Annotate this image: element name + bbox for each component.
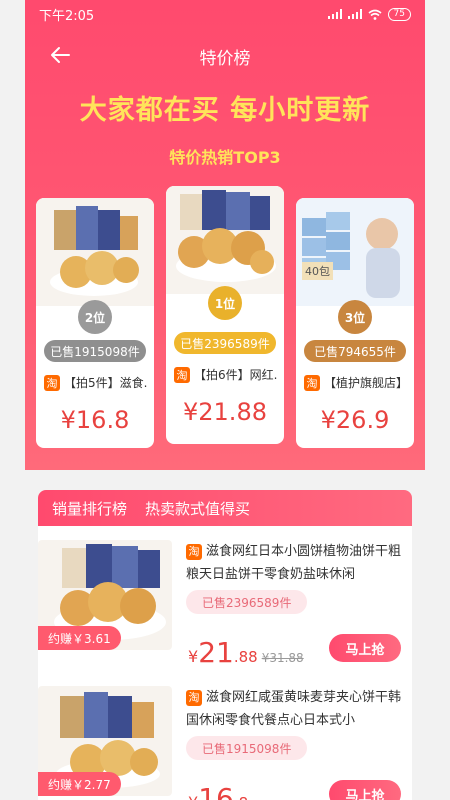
original-price: ¥31.88 <box>261 651 304 665</box>
product-price: ¥16.8 <box>60 406 130 434</box>
item-price: ¥21.88 ¥31.88 <box>188 636 304 669</box>
tissue-pack-image <box>302 212 400 298</box>
taobao-icon: 淘 <box>186 543 202 560</box>
earn-badge: 约赚￥2.77 <box>38 772 121 796</box>
item-title: 淘滋食网红咸蛋黄味麦芽夹心饼干韩国休闲零食代餐点心日本式小 <box>186 686 408 732</box>
status-time: 下午2:05 <box>39 8 95 24</box>
top-card-rank-1[interactable]: 1位 已售2396589件 淘 【拍6件】网红... ¥21.88 <box>166 186 284 444</box>
currency-symbol: ¥ <box>188 793 198 800</box>
price-integer: 21 <box>198 636 234 669</box>
tab-hot-items[interactable]: 热卖款式值得买 <box>145 498 250 519</box>
subheadline: 特价热销TOP3 <box>169 148 281 167</box>
product-name-text: 【拍5件】滋食... <box>64 376 148 390</box>
price-integer: 16 <box>198 782 234 800</box>
signal-hd-icon <box>347 9 362 19</box>
list-item[interactable]: 约赚￥2.77 淘滋食网红咸蛋黄味麦芽夹心饼干韩国休闲零食代餐点心日本式小 已售… <box>38 686 412 800</box>
item-title-text: 滋食网红咸蛋黄味麦芽夹心饼干韩国休闲零食代餐点心日本式小 <box>186 690 402 728</box>
pack-count-label: 40包 <box>302 262 333 280</box>
sold-badge: 已售2396589件 <box>174 332 276 354</box>
cookie-bag-image <box>50 206 139 296</box>
rank-label: 2位 <box>84 310 106 325</box>
buy-now-button[interactable]: 马上抢 <box>329 780 401 800</box>
taobao-icon: 淘 <box>304 374 320 391</box>
product-image <box>36 198 154 306</box>
product-name-text: 【植护旗舰店】... <box>324 376 408 390</box>
battery-indicator: 75 <box>387 7 411 21</box>
sales-ranking-list: 销量排行榜 热卖款式值得买 约赚￥3.61 淘滋食网红日本小圆饼植物油饼干粗粮天… <box>38 490 412 800</box>
tab-sales-ranking[interactable]: 销量排行榜 <box>52 498 127 519</box>
sold-badge: 已售1915098件 <box>44 340 146 362</box>
product-name: 淘 【植护旗舰店】... <box>304 374 408 391</box>
price-decimal: .88 <box>233 648 258 666</box>
product-image: 40包 <box>296 198 414 306</box>
signal-icon <box>327 9 342 19</box>
sold-badge: 已售794655件 <box>304 340 406 362</box>
rank-label: 1位 <box>214 296 236 311</box>
product-image <box>166 186 284 294</box>
product-price: ¥21.88 <box>183 398 267 426</box>
status-icons: 75 <box>327 7 411 21</box>
list-item[interactable]: 约赚￥3.61 淘滋食网红日本小圆饼植物油饼干粗粮天日盐饼干零食奶盐味休闲 已售… <box>38 540 412 690</box>
item-price: ¥16.8 <box>188 782 252 800</box>
rank-medal: 1位 <box>208 286 242 320</box>
taobao-icon: 淘 <box>186 689 202 706</box>
taobao-icon: 淘 <box>44 374 60 391</box>
rank-medal: 3位 <box>338 300 372 334</box>
status-bar: 下午2:05 75 <box>25 0 425 28</box>
item-title-text: 滋食网红日本小圆饼植物油饼干粗粮天日盐饼干零食奶盐味休闲 <box>186 544 402 582</box>
phone-screen: 下午2:05 75 特价榜 大家都在买 每小时更新 特价热销TOP3 2位 已售… <box>0 0 450 800</box>
nav-bar: 特价榜 <box>25 38 425 74</box>
headline: 大家都在买 每小时更新 <box>79 95 371 126</box>
buy-now-button[interactable]: 马上抢 <box>329 634 401 662</box>
item-sold-badge: 已售2396589件 <box>186 590 308 614</box>
product-name: 淘 【拍6件】网红... <box>174 366 278 383</box>
earn-badge: 约赚￥3.61 <box>38 626 121 650</box>
rank-medal: 2位 <box>78 300 112 334</box>
wifi-icon <box>368 9 382 20</box>
currency-symbol: ¥ <box>188 647 199 666</box>
cookie-plate-image <box>176 190 276 282</box>
page-title: 特价榜 <box>199 49 251 69</box>
top-card-rank-3[interactable]: 40包 3位 已售794655件 淘 【植护旗舰店】... ¥26.9 <box>296 198 414 448</box>
item-sold-badge: 已售1915098件 <box>186 736 308 760</box>
product-price: ¥26.9 <box>320 406 390 434</box>
taobao-icon: 淘 <box>174 366 190 383</box>
list-header: 销量排行榜 热卖款式值得买 <box>38 490 412 526</box>
product-name-text: 【拍6件】网红... <box>194 368 278 382</box>
product-name: 淘 【拍5件】滋食... <box>44 374 148 391</box>
rank-label: 3位 <box>344 310 366 325</box>
item-title: 淘滋食网红日本小圆饼植物油饼干粗粮天日盐饼干零食奶盐味休闲 <box>186 540 408 586</box>
item-thumbnail: 约赚￥3.61 <box>38 540 172 650</box>
item-thumbnail: 约赚￥2.77 <box>38 686 172 796</box>
price-decimal: .8 <box>234 794 248 800</box>
top-card-rank-2[interactable]: 2位 已售1915098件 淘 【拍5件】滋食... ¥16.8 <box>36 198 154 448</box>
